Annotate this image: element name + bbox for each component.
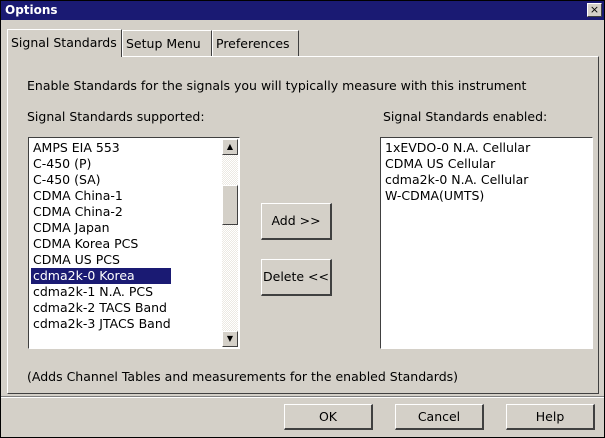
enabled-list-item[interactable]: CDMA US Cellular xyxy=(383,156,530,172)
options-dialog: Options × Signal Standards Setup Menu Pr… xyxy=(0,0,605,438)
supported-list-item[interactable]: CDMA China-1 xyxy=(31,188,171,204)
supported-standards-list[interactable]: AMPS EIA 553 C-450 (P) C-450 (SA) CDMA Chin… xyxy=(28,137,240,349)
scroll-up-button[interactable]: ▲ xyxy=(222,139,238,155)
enabled-list-item[interactable]: 1xEVDO-0 N.A. Cellular xyxy=(383,140,530,156)
supported-items: AMPS EIA 553 C-450 (P) C-450 (SA) CDMA Chin… xyxy=(31,140,171,332)
enabled-label: Signal Standards enabled: xyxy=(383,109,548,124)
enabled-items: 1xEVDO-0 N.A. Cellular CDMA US Cellular cd… xyxy=(383,140,530,204)
enabled-list-item[interactable]: W-CDMA(UMTS) xyxy=(383,188,530,204)
tab-preferences[interactable]: Preferences xyxy=(212,30,299,56)
supported-list-item[interactable]: CDMA Japan xyxy=(31,220,171,236)
enabled-list-item[interactable]: cdma2k-0 N.A. Cellular xyxy=(383,172,530,188)
supported-list-item[interactable]: CDMA US PCS xyxy=(31,252,171,268)
supported-list-item[interactable]: CDMA Korea PCS xyxy=(31,236,171,252)
scroll-up-icon: ▲ xyxy=(226,142,234,151)
help-button[interactable]: Help xyxy=(506,404,595,430)
supported-list-item[interactable]: cdma2k-3 JTACS Band xyxy=(31,316,171,332)
add-button[interactable]: Add >> xyxy=(261,203,332,240)
cancel-button[interactable]: Cancel xyxy=(395,404,484,430)
intro-text: Enable Standards for the signals you wil… xyxy=(27,78,527,93)
supported-label: Signal Standards supported: xyxy=(27,109,205,124)
tab-signal-standards[interactable]: Signal Standards xyxy=(7,29,122,57)
dialog-title: Options xyxy=(5,3,58,17)
scroll-down-button[interactable]: ▼ xyxy=(222,331,238,347)
scroll-thumb[interactable] xyxy=(222,185,238,225)
supported-list-scrollbar[interactable]: ▲ ▼ xyxy=(222,139,238,347)
supported-list-item[interactable]: cdma2k-2 TACS Band xyxy=(31,300,171,316)
ok-button[interactable]: OK xyxy=(284,404,373,430)
footer-separator xyxy=(1,396,604,398)
supported-list-item[interactable]: cdma2k-0 Korea xyxy=(31,268,171,284)
close-button[interactable]: × xyxy=(587,3,602,17)
title-bar[interactable]: Options × xyxy=(1,1,604,20)
scroll-down-icon: ▼ xyxy=(226,334,234,343)
supported-list-item[interactable]: AMPS EIA 553 xyxy=(31,140,171,156)
close-icon: × xyxy=(589,3,600,16)
supported-list-item[interactable]: C-450 (SA) xyxy=(31,172,171,188)
enabled-standards-list[interactable]: 1xEVDO-0 N.A. Cellular CDMA US Cellular cd… xyxy=(380,137,593,349)
supported-list-item[interactable]: CDMA China-2 xyxy=(31,204,171,220)
tab-setup-menu[interactable]: Setup Menu xyxy=(122,30,212,56)
supported-list-item[interactable]: cdma2k-1 N.A. PCS xyxy=(31,284,171,300)
supported-list-item[interactable]: C-450 (P) xyxy=(31,156,171,172)
delete-button[interactable]: Delete << xyxy=(261,259,332,296)
footnote-text: (Adds Channel Tables and measurements fo… xyxy=(27,369,459,384)
